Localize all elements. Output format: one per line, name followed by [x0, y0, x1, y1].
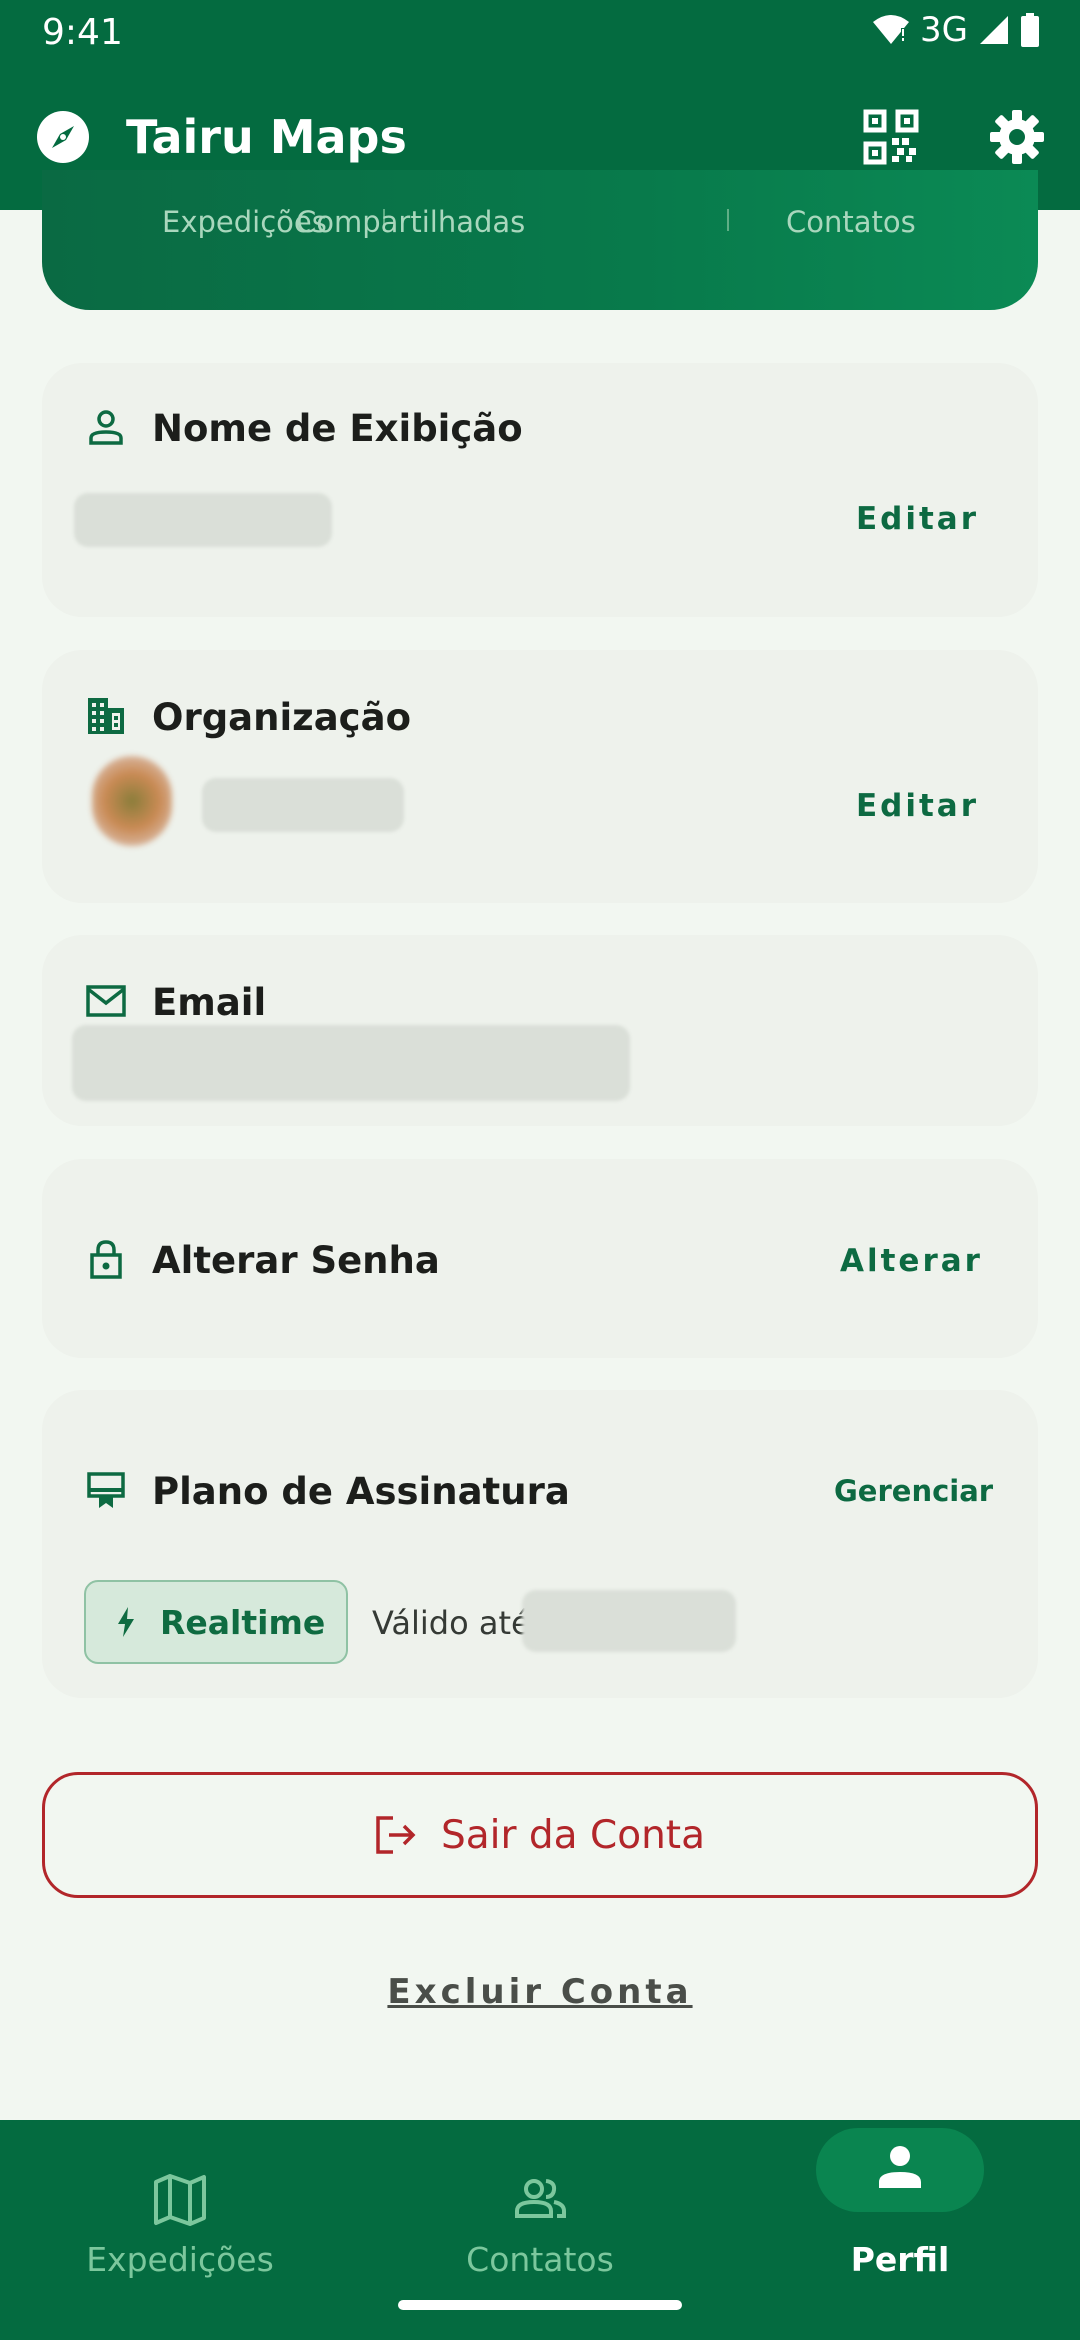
- nav-item-profile[interactable]: Perfil: [720, 2120, 1080, 2290]
- status-time: 9:41: [42, 12, 123, 53]
- building-icon: [88, 698, 124, 734]
- edit-display-name-button[interactable]: Editar: [856, 501, 979, 537]
- qr-code-icon[interactable]: [862, 108, 920, 166]
- valid-until-value: [522, 1590, 736, 1652]
- change-password-card: Alterar Senha Alterar: [42, 1159, 1038, 1358]
- edit-organization-button[interactable]: Editar: [856, 788, 979, 824]
- profile-stats: Expedições Compartilhadas Contatos: [42, 205, 1038, 249]
- manage-subscription-button[interactable]: Gerenciar: [834, 1474, 993, 1508]
- network-type: 3G: [920, 10, 968, 50]
- map-icon: [154, 2174, 206, 2226]
- change-password-button[interactable]: Alterar: [840, 1243, 983, 1279]
- person-icon: [879, 2146, 921, 2188]
- stat-shared-label[interactable]: Compartilhadas: [296, 205, 525, 239]
- battery-icon: [1021, 13, 1039, 47]
- lock-icon: [90, 1240, 122, 1279]
- change-password-title: Alterar Senha: [152, 1239, 440, 1282]
- display-name-value: [74, 493, 332, 547]
- email-title: Email: [152, 981, 267, 1024]
- display-name-title: Nome de Exibição: [152, 407, 523, 450]
- home-indicator[interactable]: [398, 2300, 682, 2310]
- app-title: Tairu Maps: [126, 110, 407, 164]
- email-value: [72, 1025, 630, 1101]
- signal-icon: [980, 16, 1008, 44]
- nav-item-contacts[interactable]: Contatos: [360, 2120, 720, 2290]
- organization-card: Organização Editar: [42, 650, 1038, 903]
- compass-icon: [37, 111, 89, 163]
- logout-button[interactable]: Sair da Conta: [42, 1772, 1038, 1898]
- nav-label-expeditions: Expedições: [86, 2240, 274, 2279]
- card-membership-icon: [87, 1472, 125, 1508]
- nav-label-profile: Perfil: [850, 2240, 950, 2279]
- organization-name-value: [202, 778, 404, 832]
- people-icon: [515, 2179, 566, 2218]
- display-name-card: Nome de Exibição Editar: [42, 363, 1038, 617]
- subscription-card: Plano de Assinatura Gerenciar Realtime V…: [42, 1390, 1038, 1698]
- mail-icon: [86, 985, 126, 1017]
- logout-icon: [376, 1816, 416, 1854]
- wifi-icon: [873, 15, 910, 44]
- email-card: Email: [42, 935, 1038, 1126]
- nav-item-expeditions[interactable]: Expedições: [0, 2120, 360, 2290]
- organization-logo: [92, 756, 172, 846]
- nav-label-contacts: Contatos: [466, 2240, 614, 2279]
- status-icons: 3G: [872, 10, 1040, 50]
- person-outline-icon: [89, 410, 123, 445]
- logout-label: Sair da Conta: [441, 1812, 705, 1858]
- organization-title: Organização: [152, 696, 411, 739]
- gear-icon[interactable]: [988, 108, 1046, 166]
- plan-chip: Realtime: [84, 1580, 348, 1664]
- bolt-icon: [118, 1607, 134, 1637]
- stat-contacts-label[interactable]: Contatos: [786, 205, 916, 239]
- stat-divider: [727, 209, 729, 231]
- delete-account-link[interactable]: Excluir Conta: [0, 1972, 1080, 2012]
- subscription-title: Plano de Assinatura: [152, 1470, 570, 1513]
- valid-until-label: Válido até: [372, 1604, 531, 1642]
- plan-name: Realtime: [160, 1602, 326, 1642]
